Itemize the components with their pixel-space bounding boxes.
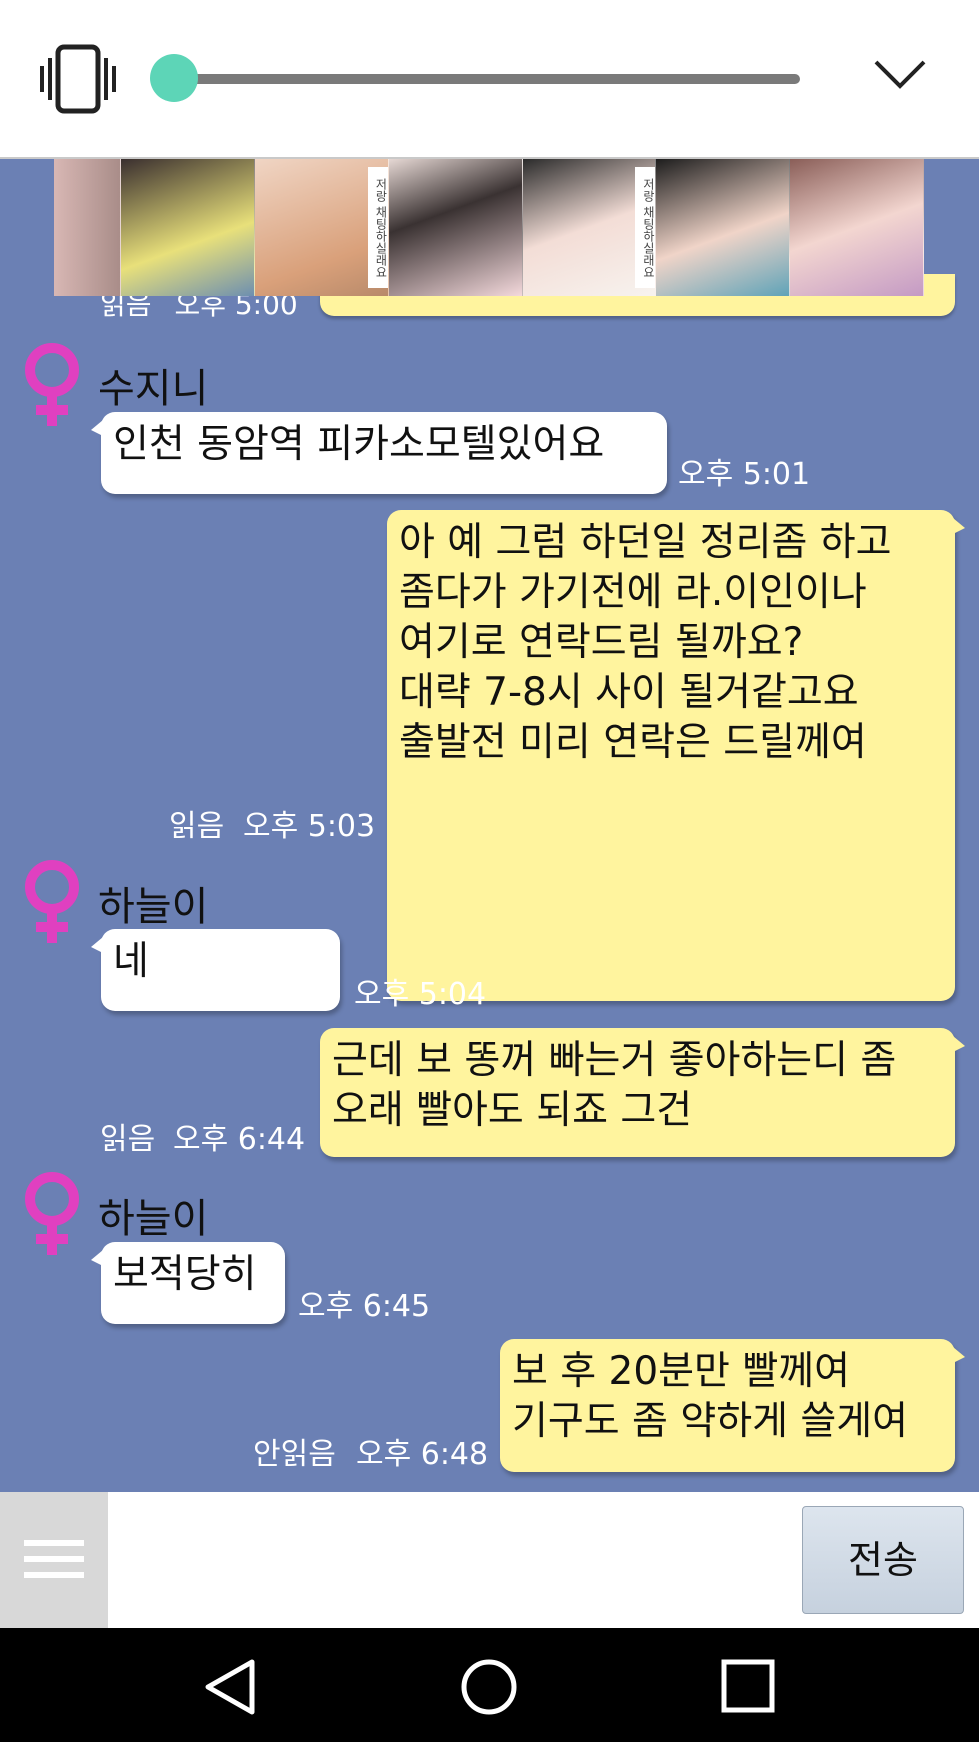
ad-photo: 저랑 채팅하실래요: [522, 159, 657, 296]
message-time: 오후 6:44: [173, 1122, 306, 1157]
send-button[interactable]: 전송: [802, 1506, 964, 1614]
volume-slider-knob[interactable]: [150, 54, 198, 102]
ad-photo: [121, 159, 256, 296]
message-time: 오후 5:01: [678, 457, 811, 492]
vibrate-icon[interactable]: [40, 44, 116, 114]
female-icon: [25, 343, 79, 426]
message-time: 오후 6:48: [356, 1437, 489, 1472]
incoming-message-bubble[interactable]: 보적당히: [91, 1242, 285, 1324]
read-status: 안읽음: [253, 1437, 336, 1472]
message-time: 오후 5:04: [354, 977, 487, 1012]
ad-vertical-text: 저랑 채팅하실래요: [367, 167, 388, 288]
home-circle-icon[interactable]: [460, 1658, 518, 1716]
read-status: 읽음: [100, 1122, 156, 1157]
female-icon: [25, 1172, 79, 1255]
outgoing-message-bubble[interactable]: 아 예 그럼 하던일 정리좀 하고 좀다가 가기전에 라.이인이나 여기로 연락…: [387, 510, 965, 1001]
top-bar: [0, 0, 979, 159]
ad-vertical-text: 저랑 채팅하실래요: [635, 167, 656, 288]
chevron-down-icon[interactable]: [872, 54, 928, 94]
back-triangle-icon[interactable]: [202, 1658, 258, 1716]
sender-name: 하늘이: [98, 1196, 209, 1242]
ad-photo: [54, 159, 122, 296]
outgoing-message-bubble[interactable]: 보 후 20분만 빨께여 기구도 좀 약하게 쓸게여: [500, 1339, 965, 1472]
sender-name: 수지니: [98, 366, 209, 412]
message-time: 오후 5:03: [243, 809, 376, 844]
ad-banner[interactable]: 저랑 채팅하실래요 저랑 채팅하실래요: [54, 159, 924, 296]
ad-photo: 저랑 채팅하실래요: [255, 159, 389, 296]
message-time: 오후 6:45: [298, 1289, 431, 1324]
input-bar: 전송: [0, 1492, 979, 1628]
sender-name: 하늘이: [98, 884, 209, 930]
volume-slider-track[interactable]: [172, 74, 800, 84]
incoming-message-bubble[interactable]: 네: [91, 929, 340, 1011]
ad-photo: [656, 159, 791, 296]
read-status: 읽음: [169, 809, 225, 844]
female-icon: [25, 860, 79, 943]
chat-area[interactable]: 읽음 오후 5:00 저랑 채팅하실래요 저랑 채팅하실래요 수지니 인천 동암역…: [0, 159, 979, 1492]
ad-photo: [388, 159, 523, 296]
menu-icon[interactable]: [0, 1492, 108, 1628]
recents-square-icon[interactable]: [720, 1658, 776, 1714]
incoming-message-bubble[interactable]: 인천 동암역 피카소모텔있어요: [91, 412, 667, 494]
navigation-bar: [0, 1628, 979, 1742]
outgoing-message-bubble[interactable]: 근데 보 똥꺼 빠는거 좋아하는디 좀 오래 빨아도 되죠 그건: [320, 1028, 965, 1157]
ad-photo: [790, 159, 924, 296]
message-input[interactable]: [108, 1492, 798, 1628]
